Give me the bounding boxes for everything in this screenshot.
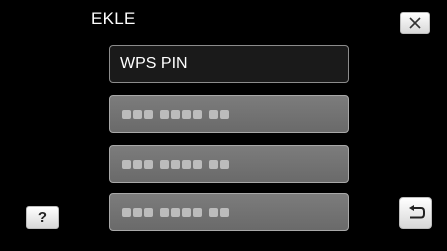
blurred-text-placeholder [122,160,229,169]
menu-item-label: WPS PIN [120,55,188,72]
close-icon [409,17,421,29]
help-button[interactable]: ? [26,206,59,229]
back-button[interactable] [399,197,432,229]
close-button[interactable] [400,12,430,34]
menu-item-wps-pin[interactable]: WPS PIN [109,45,349,83]
blurred-text-placeholder [122,110,229,119]
return-icon [408,205,425,219]
menu-item-saved-network-2[interactable] [109,145,349,183]
page-title: EKLE [91,9,136,28]
menu-item-saved-network-3[interactable] [109,193,349,231]
help-button-label: ? [37,209,48,226]
blurred-text-placeholder [122,208,229,217]
menu-item-saved-network-1[interactable] [109,95,349,133]
